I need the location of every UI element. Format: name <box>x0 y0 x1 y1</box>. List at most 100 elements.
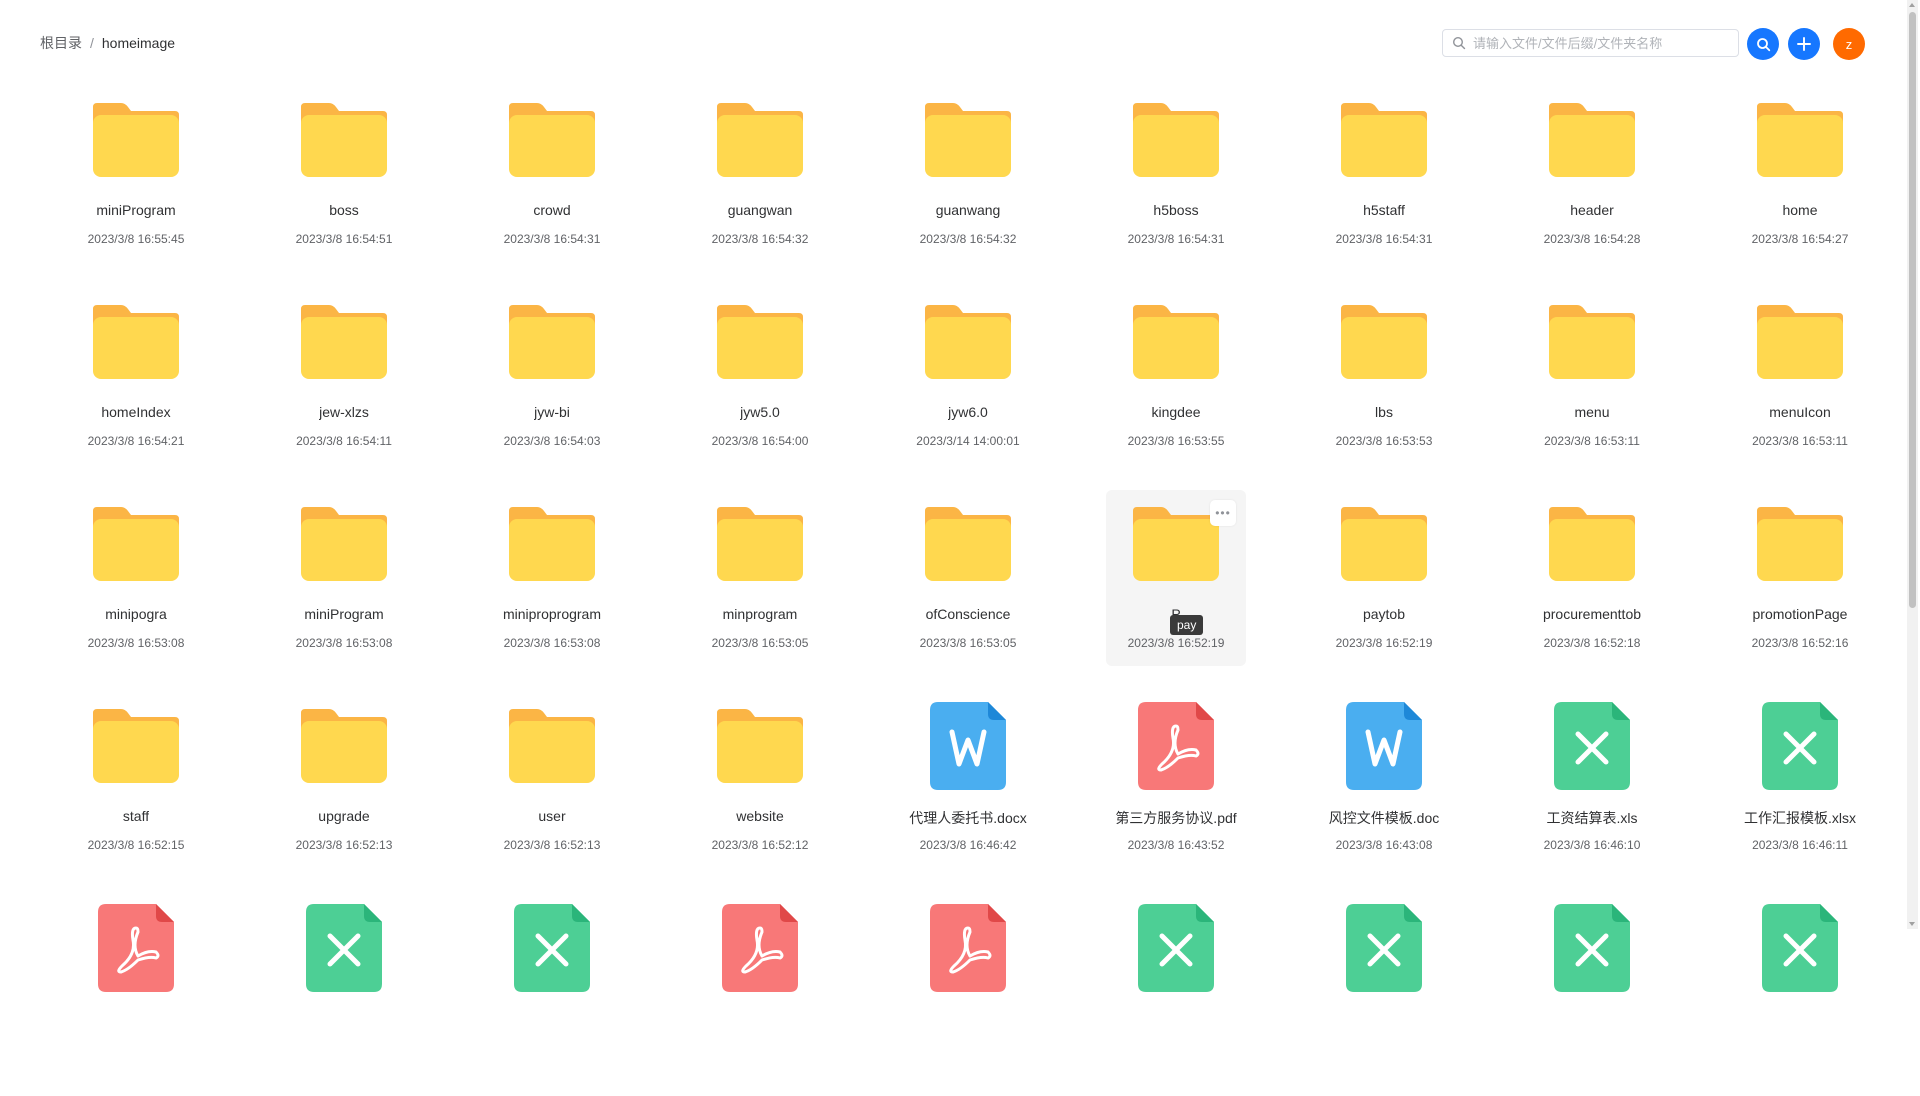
folder-item[interactable]: homeIndex 2023/3/8 16:54:21 <box>66 288 206 464</box>
item-name: minipogra <box>105 606 167 622</box>
folder-item[interactable]: user 2023/3/8 16:52:13 <box>482 692 622 868</box>
file-item[interactable]: 工资结算表.xls 2023/3/8 16:46:10 <box>1522 692 1662 868</box>
item-date: 2023/3/8 16:53:05 <box>919 636 1017 650</box>
folder-icon <box>925 507 1011 581</box>
item-thumbnail <box>1334 292 1434 392</box>
avatar[interactable]: z <box>1833 28 1865 60</box>
item-date: 2023/3/8 16:52:13 <box>503 838 601 852</box>
folder-item[interactable]: promotionPage 2023/3/8 16:52:16 <box>1730 490 1870 666</box>
word-file-icon <box>1346 702 1422 790</box>
item-date: 2023/3/8 16:54:27 <box>1751 232 1849 246</box>
scroll-up-arrow[interactable] <box>1909 3 1915 7</box>
item-thumbnail <box>710 696 810 796</box>
file-item[interactable]: 工作汇报模板.xlsx 2023/3/8 16:46:11 <box>1730 692 1870 868</box>
item-thumbnail <box>86 494 186 594</box>
file-item[interactable] <box>274 894 414 1070</box>
folder-item[interactable]: staff 2023/3/8 16:52:15 <box>66 692 206 868</box>
search-icon <box>1756 37 1770 51</box>
folder-item[interactable]: menu 2023/3/8 16:53:11 <box>1522 288 1662 464</box>
folder-item[interactable]: header 2023/3/8 16:54:28 <box>1522 86 1662 262</box>
pdf-file-icon <box>98 904 174 992</box>
excel-file-icon <box>306 904 382 992</box>
folder-item[interactable]: crowd 2023/3/8 16:54:31 <box>482 86 622 262</box>
name-tooltip: pay <box>1170 615 1204 635</box>
file-item[interactable]: 风控文件模板.doc 2023/3/8 16:43:08 <box>1314 692 1454 868</box>
folder-icon <box>93 305 179 379</box>
item-thumbnail <box>502 494 602 594</box>
item-date: 2023/3/8 16:52:12 <box>711 838 809 852</box>
item-date: 2023/3/8 16:53:53 <box>1335 434 1433 448</box>
folder-item[interactable]: P 2023/3/8 16:52:19 ••• pay <box>1106 490 1246 666</box>
file-item[interactable] <box>690 894 830 1070</box>
item-name: h5boss <box>1153 202 1199 218</box>
file-item[interactable] <box>898 894 1038 1070</box>
folder-item[interactable]: ofConscience 2023/3/8 16:53:05 <box>898 490 1038 666</box>
folder-item[interactable]: miniproprogram 2023/3/8 16:53:08 <box>482 490 622 666</box>
item-name: miniproprogram <box>502 606 602 622</box>
folder-icon <box>1549 507 1635 581</box>
search-box[interactable] <box>1442 29 1739 57</box>
folder-item[interactable]: h5staff 2023/3/8 16:54:31 <box>1314 86 1454 262</box>
file-item[interactable]: 代理人委托书.docx 2023/3/8 16:46:42 <box>898 692 1038 868</box>
item-date: 2023/3/8 16:43:08 <box>1335 838 1433 852</box>
folder-item[interactable]: minprogram 2023/3/8 16:53:05 <box>690 490 830 666</box>
folder-item[interactable]: jew-xlzs 2023/3/8 16:54:11 <box>274 288 414 464</box>
folder-item[interactable]: guangwan 2023/3/8 16:54:32 <box>690 86 830 262</box>
breadcrumb-separator: / <box>90 35 94 51</box>
folder-item[interactable]: h5boss 2023/3/8 16:54:31 <box>1106 86 1246 262</box>
folder-item[interactable]: boss 2023/3/8 16:54:51 <box>274 86 414 262</box>
file-item[interactable] <box>482 894 622 1070</box>
folder-item[interactable]: menuIcon 2023/3/8 16:53:11 <box>1730 288 1870 464</box>
item-name: 工资结算表.xls <box>1546 810 1638 826</box>
item-name: jyw6.0 <box>948 404 988 420</box>
search-button[interactable] <box>1747 28 1779 60</box>
item-thumbnail <box>502 898 602 998</box>
folder-item[interactable]: miniProgram 2023/3/8 16:53:08 <box>274 490 414 666</box>
file-item[interactable]: 第三方服务协议.pdf 2023/3/8 16:43:52 <box>1106 692 1246 868</box>
file-item[interactable] <box>66 894 206 1070</box>
file-item[interactable] <box>1314 894 1454 1070</box>
item-name: jyw-bi <box>534 404 570 420</box>
scroll-down-arrow[interactable] <box>1909 922 1915 926</box>
item-thumbnail <box>1750 494 1850 594</box>
folder-item[interactable]: jyw-bi 2023/3/8 16:54:03 <box>482 288 622 464</box>
file-item[interactable] <box>1106 894 1246 1070</box>
folder-item[interactable]: website 2023/3/8 16:52:12 <box>690 692 830 868</box>
file-item[interactable] <box>1522 894 1662 1070</box>
excel-file-icon <box>1762 702 1838 790</box>
folder-item[interactable]: miniProgram 2023/3/8 16:55:45 <box>66 86 206 262</box>
folder-item[interactable]: kingdee 2023/3/8 16:53:55 <box>1106 288 1246 464</box>
item-thumbnail <box>1334 494 1434 594</box>
folder-item[interactable]: jyw5.0 2023/3/8 16:54:00 <box>690 288 830 464</box>
folder-item[interactable]: upgrade 2023/3/8 16:52:13 <box>274 692 414 868</box>
item-thumbnail <box>1334 696 1434 796</box>
search-input[interactable] <box>1471 30 1738 56</box>
folder-item[interactable]: procurementtob 2023/3/8 16:52:18 <box>1522 490 1662 666</box>
folder-item[interactable]: lbs 2023/3/8 16:53:53 <box>1314 288 1454 464</box>
item-thumbnail <box>1334 90 1434 190</box>
item-date: 2023/3/8 16:54:51 <box>295 232 393 246</box>
item-date: 2023/3/8 16:54:21 <box>87 434 185 448</box>
item-thumbnail <box>294 898 394 998</box>
file-item[interactable] <box>1730 894 1870 1070</box>
more-options-button[interactable]: ••• <box>1210 500 1236 526</box>
folder-item[interactable]: home 2023/3/8 16:54:27 <box>1730 86 1870 262</box>
folder-item[interactable]: minipogra 2023/3/8 16:53:08 <box>66 490 206 666</box>
folder-icon <box>1341 103 1427 177</box>
item-thumbnail <box>502 292 602 392</box>
search-icon <box>1452 36 1466 55</box>
folder-icon <box>93 103 179 177</box>
item-thumbnail <box>1750 90 1850 190</box>
scrollbar-thumb[interactable] <box>1909 12 1916 608</box>
folder-item[interactable]: jyw6.0 2023/3/14 14:00:01 <box>898 288 1038 464</box>
folder-item[interactable]: guanwang 2023/3/8 16:54:32 <box>898 86 1038 262</box>
item-date: 2023/3/8 16:54:00 <box>711 434 809 448</box>
scrollbar[interactable] <box>1907 0 1918 929</box>
folder-icon <box>925 103 1011 177</box>
folder-icon <box>1549 305 1635 379</box>
add-button[interactable] <box>1788 28 1820 60</box>
breadcrumb-root[interactable]: 根目录 <box>40 33 82 53</box>
folder-icon <box>1757 507 1843 581</box>
folder-icon <box>93 709 179 783</box>
folder-item[interactable]: paytob 2023/3/8 16:52:19 <box>1314 490 1454 666</box>
